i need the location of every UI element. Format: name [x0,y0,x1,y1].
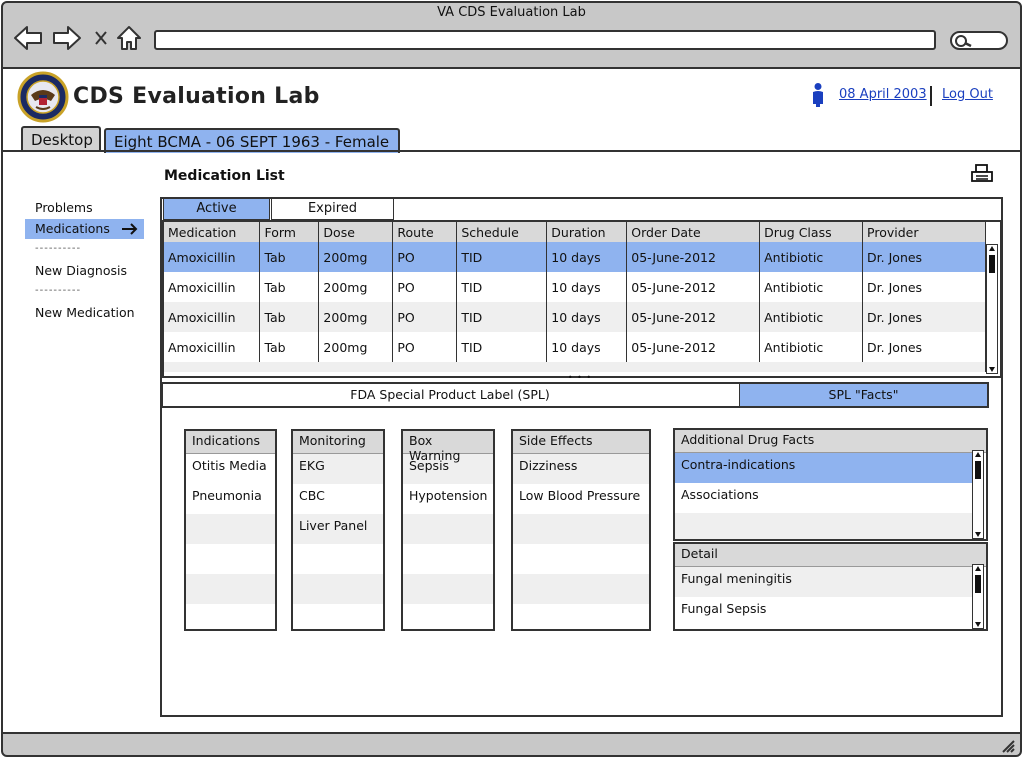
window-frame [1,1,1022,757]
